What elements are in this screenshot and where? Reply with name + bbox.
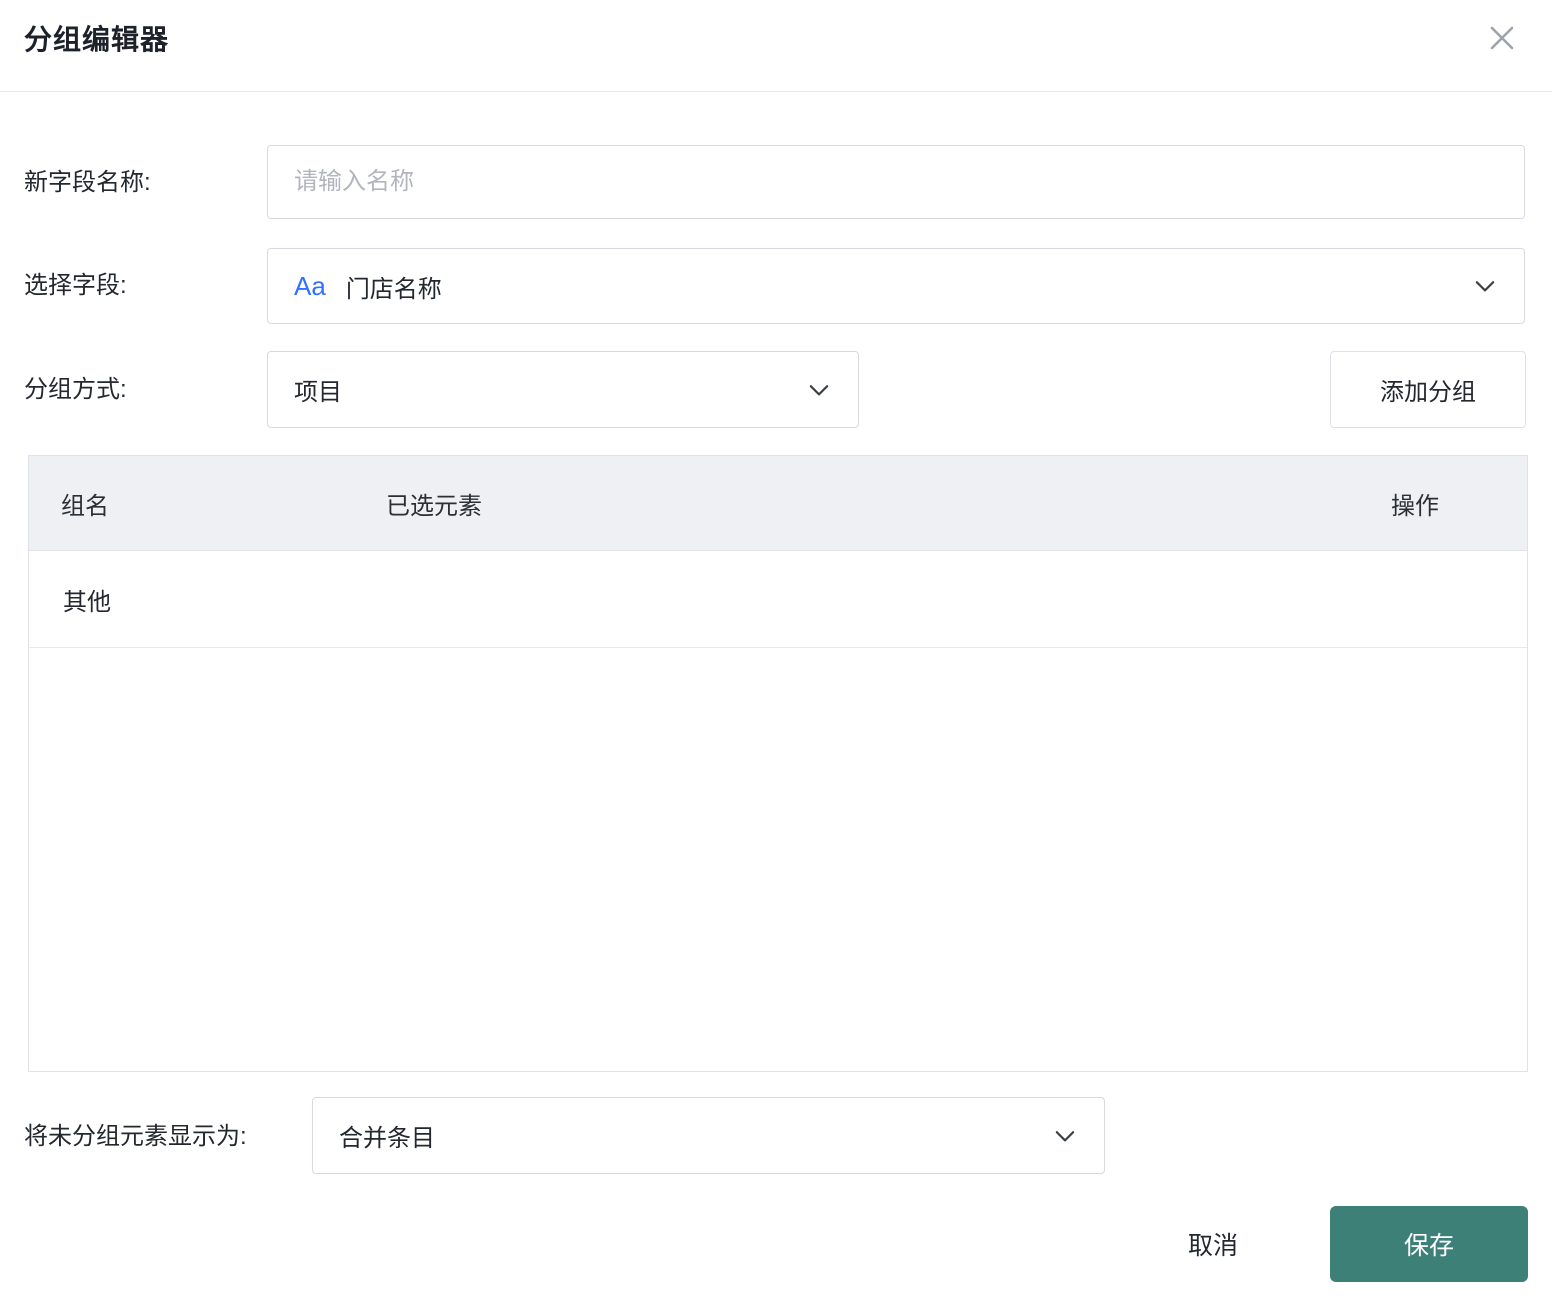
chevron-down-icon	[1055, 1130, 1075, 1141]
column-header-actions: 操作	[1391, 493, 1439, 520]
group-method-label: 分组方式:	[24, 376, 127, 403]
chevron-down-icon	[809, 384, 829, 395]
groups-table: 组名 已选元素 操作 其他	[28, 455, 1528, 1072]
select-field-label: 选择字段:	[24, 272, 127, 299]
new-field-name-label: 新字段名称:	[24, 169, 151, 196]
chevron-down-icon	[1475, 281, 1495, 292]
new-field-name-input[interactable]	[267, 145, 1525, 219]
group-method-dropdown[interactable]: 项目	[267, 351, 859, 428]
close-button[interactable]	[1480, 16, 1524, 60]
add-group-button[interactable]: 添加分组	[1330, 351, 1526, 428]
close-icon	[1490, 26, 1514, 50]
save-button[interactable]: 保存	[1330, 1206, 1528, 1282]
select-field-dropdown[interactable]: Aa 门店名称	[267, 248, 1525, 324]
ungrouped-display-dropdown[interactable]: 合并条目	[312, 1097, 1105, 1174]
groups-table-header: 组名 已选元素 操作	[29, 456, 1527, 551]
column-header-group-name: 组名	[61, 493, 109, 520]
text-field-type-icon: Aa	[294, 270, 326, 301]
ungrouped-display-label: 将未分组元素显示为:	[24, 1123, 247, 1150]
group-editor-dialog: 分组编辑器 新字段名称: 选择字段: Aa 门店名称 分组方式: 项目 添加分组…	[0, 0, 1552, 1296]
ungrouped-display-value: 合并条目	[339, 1125, 435, 1152]
group-name-cell: 其他	[63, 589, 111, 616]
cancel-button[interactable]: 取消	[1160, 1212, 1266, 1276]
header-divider	[0, 91, 1552, 92]
select-field-value: 门店名称	[345, 275, 442, 303]
column-header-selected-elements: 已选元素	[386, 493, 482, 520]
group-method-value: 项目	[294, 379, 342, 406]
table-row[interactable]: 其他	[29, 551, 1527, 648]
dialog-title: 分组编辑器	[24, 24, 170, 55]
